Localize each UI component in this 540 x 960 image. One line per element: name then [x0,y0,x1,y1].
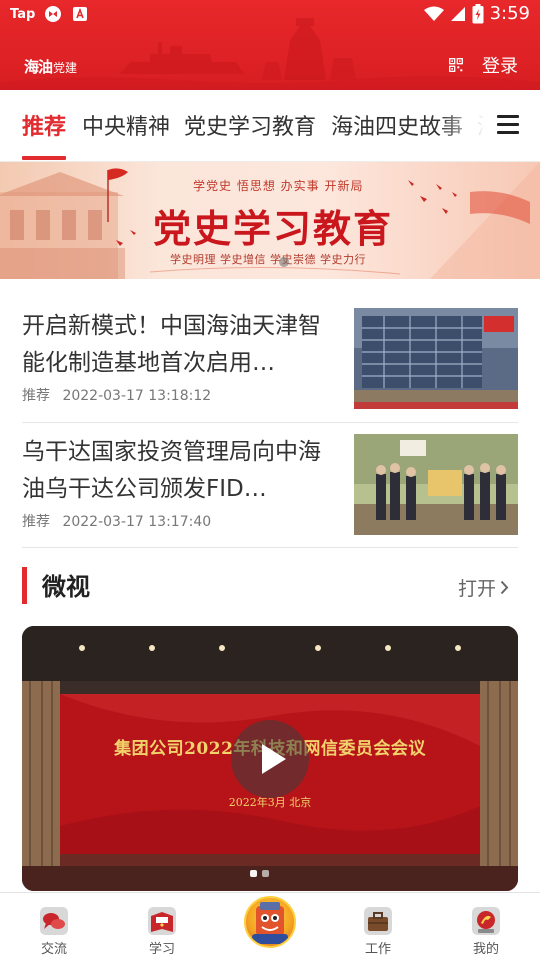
app-header: Tap 3:59 海油 党建 登录 [0,0,540,90]
center-cartoon-art [252,902,288,944]
news-time: 2022-03-17 13:17:40 [62,514,212,530]
menu-line [497,115,519,118]
video-carousel-indicator [250,870,269,877]
tab-active-indicator [22,156,66,160]
status-time: 3:59 [489,3,530,24]
status-carrier-text: Tap [10,6,36,22]
status-left-group: Tap [10,5,89,23]
battery-charging-icon [472,3,484,23]
news-thumbnail [354,308,518,409]
news-category: 推荐 [22,388,50,404]
work-toolbox-icon [364,907,392,935]
nav-label: 学习 [148,942,175,957]
nav-label: 交流 [40,942,67,957]
news-time: 2022-03-17 13:18:12 [62,388,212,404]
news-divider [22,422,518,423]
news-item[interactable]: 开启新模式！中国海油天津智能化制造基地首次启用… 推荐 2022-03-17 1… [22,308,518,434]
news-thumbnail [354,434,518,535]
app-logo-main: 海油 [24,58,53,76]
app-logo: 海油 党建 [24,56,77,77]
signal-icon [450,6,465,21]
play-icon[interactable] [231,720,309,798]
login-button[interactable]: 登录 [482,52,518,78]
text-a-icon [73,7,88,21]
news-title: 乌干达国家投资管理局向中海油乌干达公司颁发FID… [22,439,321,502]
party-book-icon [148,907,176,935]
nav-item-work[interactable]: 工作 [348,905,408,959]
section-title: 微视 [42,573,90,601]
status-bar: Tap 3:59 [0,0,540,30]
menu-line [497,131,519,134]
category-tabs: 推荐 中央精神 党史学习教育 海油四史故事 海 [0,90,540,162]
news-category: 推荐 [22,514,50,530]
section-open-link[interactable]: 打开 [458,574,509,601]
play-triangle [262,744,286,774]
tab-central-spirit[interactable]: 中央精神 [82,109,170,141]
news-meta: 推荐 2022-03-17 13:18:12 [22,385,211,405]
wifi-icon [423,6,444,21]
news-divider [22,547,518,548]
center-cartoon-icon[interactable] [244,896,296,948]
bottom-navigation: 交流 学习 工作 我的 [0,892,540,960]
section-accent-bar [22,567,27,604]
nav-label: 工作 [364,942,391,957]
news-item[interactable]: 乌干达国家投资管理局向中海油乌干达公司颁发FID… 推荐 2022-03-17 … [22,434,518,560]
video-card[interactable]: 集团公司2022年科技和网信委员会会议 2022年3月 北京 [22,626,518,891]
app-notification-icon [45,6,62,22]
chat-bubbles-icon [40,907,68,935]
banner-subtitle: 学史明理 学史增信 学史崇德 学史力行 [170,253,366,266]
chevron-right-icon [500,580,509,595]
banner-page-indicator [279,257,289,267]
tab-recommended[interactable]: 推荐 [22,109,66,141]
profile-badge-icon [472,907,500,935]
tab-party-history-education[interactable]: 党史学习教育 [184,109,316,141]
section-open-label: 打开 [458,578,497,600]
nav-label: 我的 [472,942,499,957]
nav-item-communication[interactable]: 交流 [24,905,84,959]
news-meta: 推荐 2022-03-17 13:17:40 [22,511,211,531]
menu-line [497,123,519,126]
video-dot [262,870,269,877]
banner-carousel[interactable]: 学党史 悟思想 办实事 开新局 党史学习教育 学史明理 学史增信 学史崇德 学史… [0,162,540,279]
nav-item-study[interactable]: 学习 [132,905,192,959]
status-right-group: 3:59 [423,3,530,24]
video-dot [250,870,257,877]
qr-code-icon[interactable] [449,58,463,72]
banner-title: 党史学习教育 [153,206,394,251]
app-logo-sub: 党建 [53,61,78,75]
news-title: 开启新模式！中国海油天津智能化制造基地首次启用… [22,313,321,376]
nav-item-profile[interactable]: 我的 [456,905,516,959]
banner-slogan: 学党史 悟思想 办实事 开新局 [193,179,364,193]
hamburger-menu-icon[interactable] [497,115,519,135]
tabs-fade-overlay [440,90,540,160]
